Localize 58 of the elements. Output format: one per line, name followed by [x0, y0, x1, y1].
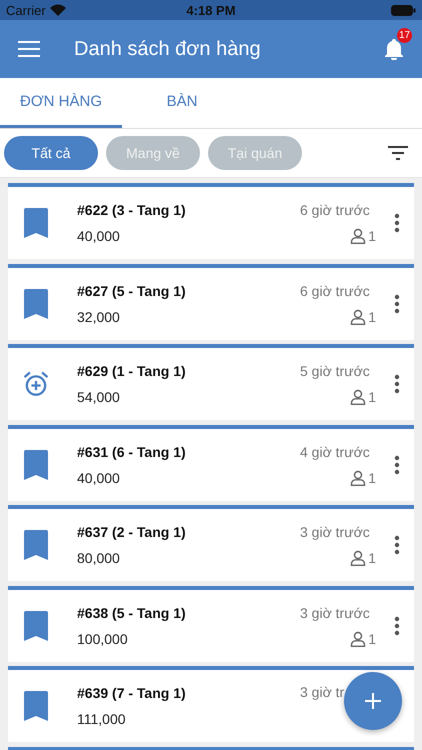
plus-icon: [363, 691, 383, 711]
guest-count: 1: [368, 630, 376, 646]
clock: 4:18 PM: [186, 2, 236, 18]
battery-icon: [391, 4, 416, 16]
person-icon: [350, 308, 366, 324]
bookmark-icon: [24, 530, 48, 560]
order-card[interactable]: #627 (5 - Tang 1) 32,000 6 giờ trước 1: [8, 264, 414, 340]
tab[interactable]: BÀN: [122, 78, 242, 128]
filter-icon[interactable]: [388, 146, 408, 160]
guest-count: 1: [368, 470, 376, 486]
person-icon: [350, 550, 366, 566]
guest-count: 1: [368, 389, 376, 405]
order-time: 6 giờ trước: [300, 282, 370, 298]
order-amount: 80,000: [77, 550, 121, 566]
menu-icon[interactable]: [18, 41, 40, 57]
order-card[interactable]: #629 (1 - Tang 1) 54,000 5 giờ trước 1: [8, 344, 414, 420]
guest-count: 1: [368, 550, 376, 566]
order-amount: 40,000: [77, 470, 121, 486]
order-card[interactable]: #631 (6 - Tang 1) 40,000 4 giờ trước 1: [8, 424, 414, 500]
order-time: 3 giờ tr: [300, 684, 344, 700]
guest-count: 1: [368, 228, 376, 244]
bookmark-icon: [24, 208, 48, 238]
notification-badge: 17: [397, 28, 412, 43]
order-title: #638 (5 - Tang 1): [77, 604, 187, 620]
bookmark-icon: [24, 610, 48, 640]
order-time: 6 giờ trước: [300, 202, 370, 218]
order-amount: 32,000: [77, 308, 121, 324]
order-time: 5 giờ trước: [300, 363, 370, 379]
bookmark-icon: [24, 691, 48, 721]
filter-chip[interactable]: Tất cả: [4, 136, 98, 170]
person-icon: [350, 228, 366, 244]
person-icon: [350, 389, 366, 405]
order-title: #631 (6 - Tang 1): [77, 444, 187, 460]
order-card[interactable]: #622 (3 - Tang 1) 40,000 6 giờ trước 1: [8, 183, 414, 259]
order-title: #637 (2 - Tang 1): [77, 524, 187, 540]
order-card[interactable]: #637 (2 - Tang 1) 80,000 3 giờ trước 1: [8, 505, 414, 581]
guest-count: 1: [368, 308, 376, 324]
order-amount: 54,000: [77, 389, 121, 405]
order-card[interactable]: #639 (7 - Tang 1) 111,000 3 giờ tr: [8, 666, 414, 742]
bookmark-icon: [24, 450, 48, 480]
order-amount: 100,000: [77, 630, 129, 646]
order-card[interactable]: #638 (5 - Tang 1) 100,000 3 giờ trước 1: [8, 586, 414, 662]
person-icon: [350, 470, 366, 486]
order-title: #629 (1 - Tang 1): [77, 363, 187, 379]
order-time: 3 giờ trước: [300, 604, 370, 620]
order-title: #627 (5 - Tang 1): [77, 282, 187, 298]
order-title: #622 (3 - Tang 1): [77, 202, 187, 218]
order-amount: 111,000: [77, 711, 127, 727]
order-title: #639 (7 - Tang 1): [77, 685, 187, 701]
person-icon: [350, 630, 366, 646]
order-amount: 40,000: [77, 228, 121, 244]
wifi-icon: [50, 4, 66, 16]
screen-title: Danh sách đơn hàng: [74, 38, 261, 60]
order-time: 3 giờ trước: [300, 524, 370, 540]
bookmark-icon: [24, 288, 48, 318]
bell-icon[interactable]: [384, 38, 404, 60]
order-time: 4 giờ trước: [300, 444, 370, 460]
carrier-name: Carrier: [6, 2, 46, 18]
